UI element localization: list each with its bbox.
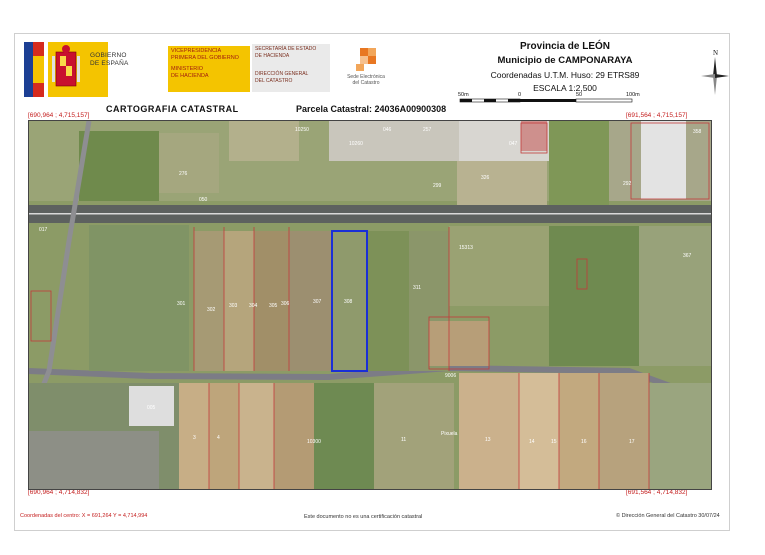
strip-field [289, 231, 331, 371]
strip-field [209, 383, 239, 489]
copyright-note: © Dirección General del Catastro 30/07/2… [616, 513, 720, 519]
field [449, 226, 549, 306]
parcela-title: Parcela Catastral: 24036A00900308 [296, 104, 447, 114]
road-marking [29, 213, 711, 215]
parcel-label: 4 [217, 435, 220, 441]
red-roof [521, 121, 547, 151]
ministerio-box: VICEPRESIDENCIA PRIMERA DEL GOBIERNO MIN… [168, 46, 250, 92]
parcel-label: 276 [179, 171, 188, 177]
provincia-title: Provincia de LEÓN [519, 41, 611, 52]
parcel-label: 17 [629, 439, 635, 445]
parcel-label: 304 [249, 303, 258, 309]
field [229, 121, 299, 161]
north-arrow-icon: N [700, 46, 730, 96]
parcel-label: 11 [401, 437, 406, 443]
parcel-label: 303 [229, 303, 238, 309]
field [649, 383, 711, 489]
field [429, 321, 489, 366]
parcel-label: 301 [177, 301, 186, 307]
parcel-label: 305 [269, 303, 278, 309]
field [159, 133, 219, 193]
parcel-label: 050 [199, 197, 208, 203]
parcel-label: 13 [485, 437, 491, 443]
village-area [29, 431, 159, 489]
corner-coord-top-right: [691,564 ; 4,715,157] [626, 112, 688, 119]
sede-label-line2: del Catastro [352, 80, 380, 86]
tree-field [367, 231, 409, 371]
strip-field [194, 231, 224, 371]
sede-electronica-logo: Sede Electrónica del Catastro [336, 44, 396, 94]
parcel-label: 10250 [295, 127, 309, 133]
parcel-label: 308 [344, 299, 353, 305]
parcel-label: 10260 [349, 141, 363, 147]
parcel-label: 16 [581, 439, 587, 445]
parcel-label: 311 [413, 285, 421, 291]
strip-field [559, 373, 599, 489]
tree-field [79, 131, 159, 201]
parcel-label: 005 [147, 405, 156, 411]
gobierno-text: GOBIERNO DE ESPAÑA [90, 52, 129, 67]
parcel-label: 14 [529, 439, 535, 445]
strip-field [599, 373, 649, 489]
corner-coord-bottom-left: [690,964 ; 4,714,832] [28, 489, 90, 496]
title-row: CARTOGRAFIA CATASTRAL Parcela Catastral:… [20, 104, 720, 118]
parcel-label: 306 [281, 301, 290, 307]
center-coordinates: Coordenadas del centro: X = 691,264 Y = … [20, 513, 148, 519]
parcel-label: 9006 [445, 373, 456, 379]
parcel-label: 326 [481, 175, 490, 181]
parcel-label: 358 [693, 129, 702, 135]
parcel-label: Pixuela [441, 431, 458, 437]
coordinate-system-label: Coordenadas U.T.M. Huso: 29 ETRS89 [490, 70, 640, 80]
parcel-label: 307 [313, 299, 322, 305]
parcel-label: 15313 [459, 245, 473, 251]
field [457, 161, 547, 206]
no-certification-note: Este documento no es una certificación c… [304, 514, 423, 520]
parcel-label: 292 [623, 181, 632, 187]
cartografia-title: CARTOGRAFIA CATASTRAL [106, 104, 239, 114]
parcel-label: 302 [207, 307, 216, 313]
parcel-label: 15 [551, 439, 557, 445]
field [89, 225, 189, 371]
municipio-title: Municipio de CAMPONARAYA [497, 55, 633, 66]
parcel-label: 017 [39, 227, 48, 233]
cadastral-map[interactable]: 10250 046 10260 047 257 326 276 292 299 … [28, 120, 712, 490]
parcel-label: 10300 [307, 439, 321, 445]
parcel-label: 299 [433, 183, 442, 189]
parcel-label: 3 [193, 435, 196, 441]
tree-field [549, 121, 609, 211]
corner-coord-bottom-right: [691,564 ; 4,714,832] [626, 489, 688, 496]
warehouse-roof [641, 121, 686, 199]
tree-field [314, 383, 374, 489]
parcel-label: 257 [423, 127, 432, 133]
spain-flag-icon [24, 42, 44, 97]
parcel-label: 047 [509, 141, 518, 147]
strip-field [239, 383, 274, 489]
orchard [549, 226, 639, 366]
strip-field [519, 373, 559, 489]
coat-of-arms-icon [48, 42, 108, 97]
strip-field [224, 231, 254, 371]
svg-text:N: N [713, 49, 718, 57]
strip-field [459, 373, 519, 489]
field [639, 226, 711, 366]
secretaria-box: SECRETARÍA DE ESTADO DE HACIENDA DIRECCI… [252, 44, 330, 92]
parcel-label: 367 [683, 253, 692, 259]
corner-coord-top-left: [690,964 ; 4,715,157] [28, 112, 90, 119]
parcel-label: 046 [383, 127, 392, 133]
strip-field [274, 383, 314, 489]
